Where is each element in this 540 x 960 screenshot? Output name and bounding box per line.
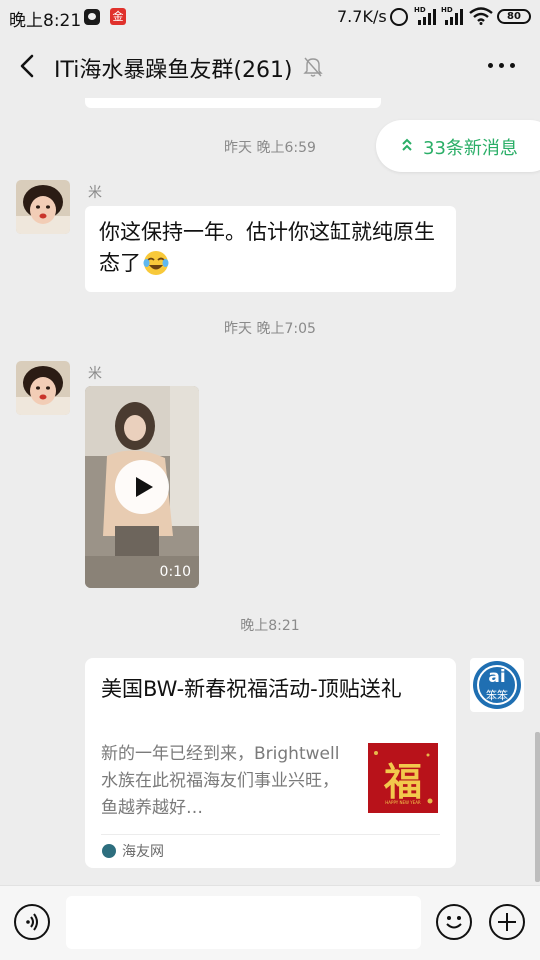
qq-notification-icon (84, 9, 100, 25)
voice-icon (26, 913, 38, 931)
emoji-button[interactable] (436, 904, 472, 940)
more-functions-button[interactable] (489, 904, 525, 940)
video-duration: 0:10 (159, 564, 191, 580)
message-bubble[interactable]: 你这保持一年。估计你这缸就纯原生态了 (85, 206, 456, 292)
battery-icon: 80 (497, 9, 531, 24)
play-button[interactable] (115, 460, 169, 514)
plus-icon (498, 913, 516, 931)
double-chevron-up-icon (402, 138, 412, 151)
avatar-subtext: 笨笨 (486, 689, 508, 702)
signal-hd-label: HD (414, 6, 426, 14)
avatar-text: ai (488, 667, 506, 687)
avatar[interactable] (16, 180, 70, 234)
mute-bell-icon (303, 57, 323, 77)
card-thumb-caption: HAPPY NEW YEAR (385, 800, 421, 805)
signal-hd-label: HD (441, 6, 453, 14)
voice-input-button[interactable] (14, 904, 50, 940)
status-bar: 晚上8:21 金 7.7K/s HD HD 80 (0, 0, 540, 34)
sender-name: 米 (88, 185, 102, 201)
card-thumb-char: 福 (383, 759, 422, 804)
previous-message-bubble[interactable] (85, 98, 381, 108)
avatar[interactable]: ai 笨笨 (470, 658, 524, 712)
laughing-crying-emoji-icon (143, 251, 169, 275)
chat-area[interactable]: 昨天 晚上6:59 33条新消息 米 你这保持一年。估计你这缸就纯原生态了 昨天… (0, 98, 540, 885)
timestamp: 晚上8:21 (240, 618, 300, 634)
card-divider (101, 834, 440, 835)
back-button[interactable] (14, 52, 42, 80)
avatar[interactable] (16, 361, 70, 415)
card-description: 新的一年已经到来，Brightwell水族在此祝福海友们事业兴旺，鱼越养越好… (101, 744, 340, 818)
smile-icon (446, 916, 462, 929)
network-speed: 7.7K/s (337, 7, 387, 26)
sender-name: 米 (88, 366, 102, 382)
card-thumbnail: 福 HAPPY NEW YEAR (368, 743, 438, 813)
video-message[interactable]: 0:10 (85, 386, 199, 588)
wifi-icon (469, 7, 493, 25)
message-input[interactable] (66, 896, 421, 949)
card-source: 海友网 (122, 844, 164, 860)
play-icon (136, 477, 153, 497)
chat-title: ITi海水暴躁鱼友群(261) (54, 58, 293, 83)
title-bar: ITi海水暴躁鱼友群(261) (0, 34, 540, 98)
link-card[interactable]: 美国BW-新春祝福活动-顶贴送礼 新的一年已经到来，Brightwell水族在此… (85, 658, 456, 868)
alarm-icon (390, 8, 408, 26)
timestamp: 昨天 晚上7:05 (224, 321, 316, 337)
signal-icon: HD (414, 6, 436, 25)
input-bar (0, 885, 540, 960)
more-options-button[interactable] (486, 62, 516, 70)
scrollbar[interactable] (535, 732, 540, 882)
new-messages-button[interactable]: 33条新消息 (376, 120, 540, 172)
status-time: 晚上8:21 (9, 11, 82, 31)
source-logo-icon (102, 844, 116, 858)
card-title: 美国BW-新春祝福活动-顶贴送礼 (101, 677, 402, 701)
app-notification-icon: 金 (110, 8, 126, 25)
new-messages-label: 33条新消息 (423, 138, 518, 159)
signal-icon: HD (441, 6, 463, 25)
